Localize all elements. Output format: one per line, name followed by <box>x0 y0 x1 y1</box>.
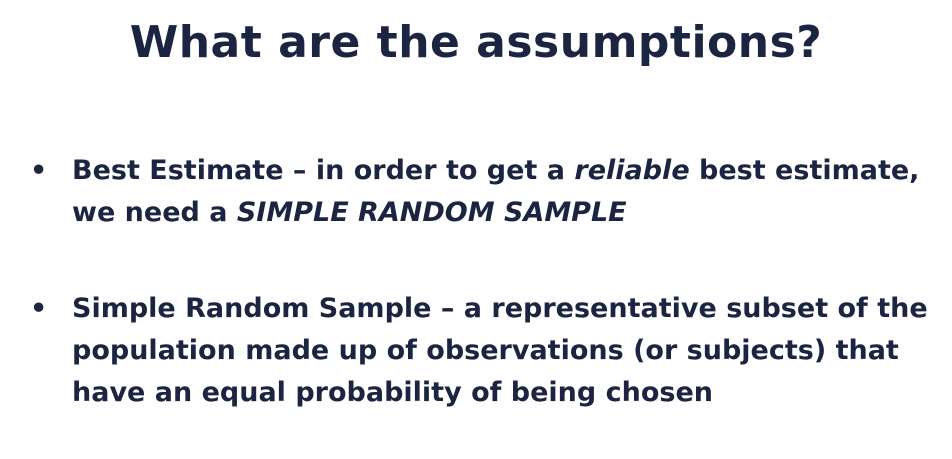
bullet-best-estimate: • Best Estimate – in order to get a reli… <box>28 150 943 234</box>
bullet-text: in order to get a <box>315 155 575 186</box>
bullet-dash: – <box>431 293 464 324</box>
bullet-list: • Best Estimate – in order to get a reli… <box>28 150 943 414</box>
bullet-marker: • <box>30 293 48 324</box>
bullet-term: Best Estimate <box>72 155 284 186</box>
bullet-emphasis: reliable <box>574 155 690 186</box>
slide: What are the assumptions? • Best Estimat… <box>0 0 952 459</box>
bullet-dash: – <box>283 155 316 186</box>
bullet-term: Simple Random Sample <box>72 293 432 324</box>
slide-title: What are the assumptions? <box>129 17 823 68</box>
bullet-emphasis-srs: SIMPLE RANDOM SAMPLE <box>236 197 627 228</box>
bullet-marker: • <box>30 155 48 186</box>
bullet-simple-random-sample: • Simple Random Sample – a representativ… <box>28 288 943 414</box>
